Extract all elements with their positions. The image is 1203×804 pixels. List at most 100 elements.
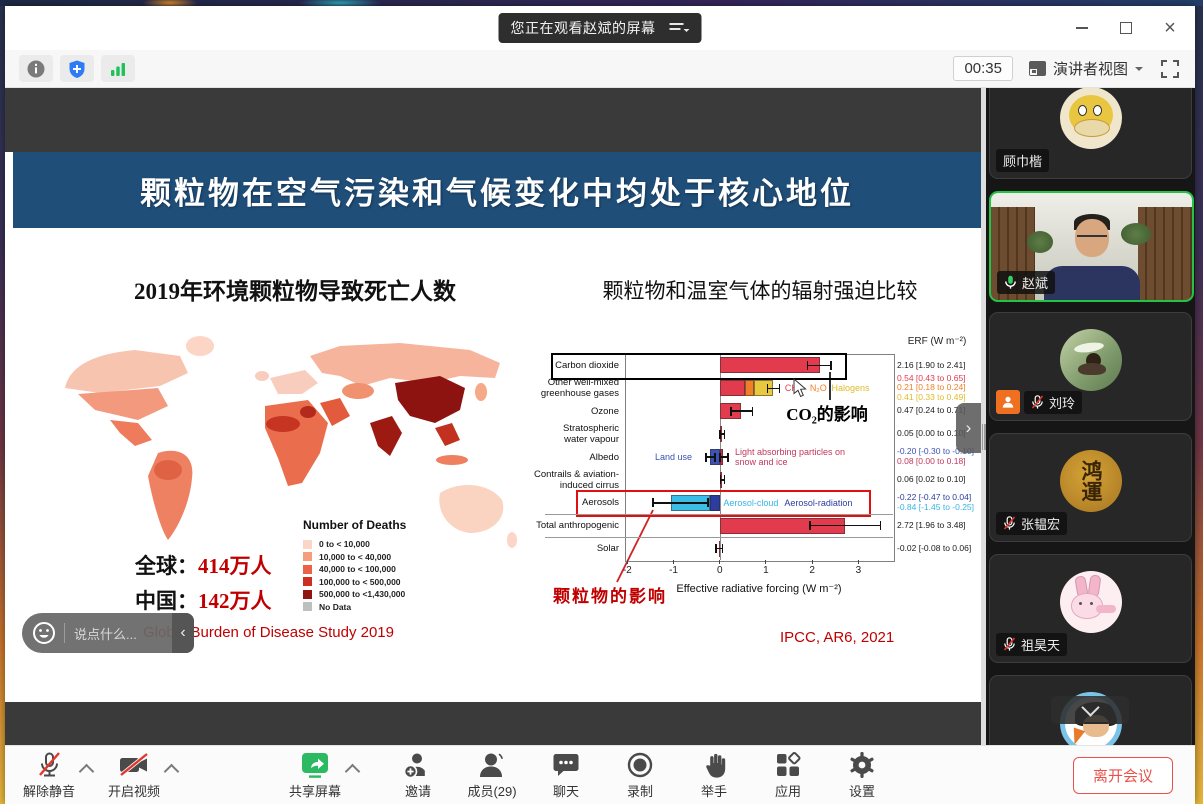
fullscreen-button[interactable] [1159,58,1181,80]
minimize-button[interactable] [1067,13,1097,43]
participant-name-badge: 赵斌 [997,271,1055,294]
legend-label: 100,000 to < 500,000 [319,577,401,587]
chat-collapse-button[interactable]: ‹ [172,613,194,653]
x-axis-tick [858,560,859,564]
share-banner-menu-icon[interactable] [670,21,690,35]
x-axis-tick-label: -1 [662,565,686,576]
apps-icon [774,751,802,779]
view-mode-selector[interactable]: 演讲者视图 [1029,58,1143,79]
chat-divider [64,623,65,643]
layout-icon [1029,61,1046,76]
chart-value-label: 2.72 [1.96 to 3.48] [897,521,981,531]
chat-button[interactable]: 聊天 [538,751,594,800]
camera-off-icon [117,751,151,779]
participant-name-badge: 祖昊天 [996,633,1067,656]
raise-hand-button[interactable]: 举手 [686,751,742,800]
calligraphy-text: 鸿運 [1080,460,1101,502]
apps-button[interactable]: 应用 [760,751,816,800]
chart-inline-label: Light absorbing particles on snow and ic… [735,447,845,467]
chart-whisker-cap [809,521,811,530]
record-button[interactable]: 录制 [612,751,668,800]
legend-swatch [303,602,312,611]
chart-whisker-cap [724,430,726,439]
participant-tile-gujinkai[interactable]: 顾巾楷 [989,88,1192,179]
chart-highlight-box [551,353,847,380]
legend-swatch [303,565,312,574]
x-axis-label: Effective radiative forcing (W m⁻²) [625,582,893,595]
chart-inline-label: N₂O [810,383,827,393]
x-axis-tick [627,560,628,564]
snail-avatar [1060,329,1122,391]
emoji-icon[interactable] [32,621,56,645]
x-axis-tick-label: 1 [754,565,778,576]
invite-button[interactable]: 邀请 [390,751,446,800]
x-axis-tick [719,560,720,564]
legend-entry: No Data [303,602,483,612]
participant-tile-liuling[interactable]: 刘玲 [989,312,1192,421]
raise-hand-icon [699,751,729,779]
share-options-chevron[interactable] [345,763,361,779]
mouse-cursor [793,378,807,398]
legend-entry: 10,000 to < 40,000 [303,552,483,562]
meeting-timer: 00:35 [953,56,1013,81]
forcing-chart-title: 颗粒物和温室气体的辐射强迫比较 [550,275,970,305]
maximize-button[interactable] [1111,13,1141,43]
chat-icon [551,751,581,779]
legend-entry: 40,000 to < 100,000 [303,564,483,574]
participant-name-badge: 顾巾楷 [996,149,1049,172]
x-axis-tick [673,560,674,564]
audio-options-chevron[interactable] [79,763,95,779]
legend-swatch [303,590,312,599]
share-banner-text: 您正在观看赵斌的屏幕 [511,18,656,38]
participant-tile-zhaobin[interactable]: 赵斌 [989,191,1194,302]
participant-tile-zhangyunhong[interactable]: 鸿運 张韫宏 [989,433,1192,542]
participants-panel: 顾巾楷 赵斌 刘玲 [986,88,1195,745]
chart-whisker [731,410,753,412]
chart-whisker-cap [730,407,732,416]
chart-whisker-cap [720,475,722,484]
calligraphy-avatar: 鸿運 [1060,450,1122,512]
chart-whisker-cap [722,544,724,553]
legend-label: 0 to < 10,000 [319,539,370,549]
chat-input[interactable]: 说点什么... [74,624,172,643]
main-content: 颗粒物在空气污染和气候变化中均处于核心地位 2019年环境颗粒物导致死亡人数 颗… [5,88,1195,745]
topbar-right: 00:35 演讲者视图 [953,56,1181,81]
x-axis-tick [812,560,813,564]
radiative-forcing-chart: CO₂的影响 颗粒物的影响 ERF (W m⁻²)-2-10123Effecti… [545,330,981,614]
chart-whisker-cap [727,453,729,462]
chart-group-separator [545,537,893,538]
x-axis-tick-label: 2 [800,565,824,576]
members-button[interactable]: 成员(29) [464,751,520,800]
network-signal-icon[interactable] [101,55,135,82]
chat-quick-bubble: 说点什么... ‹ [22,613,194,653]
bottom-toolbar: 解除静音 开启视频 共享屏幕 [5,745,1195,804]
next-slide-flap[interactable]: › [956,403,981,453]
chart-inline-label: Land use [655,452,692,462]
chart-row-label: Albedo [511,452,619,463]
chart-inline-label: Halogens [832,383,870,393]
settings-button[interactable]: 设置 [834,751,890,800]
leave-meeting-button[interactable]: 离开会议 [1073,757,1173,794]
legend-entry: 0 to < 10,000 [303,539,483,549]
share-banner: 您正在观看赵斌的屏幕 [499,13,702,43]
members-icon [476,751,508,779]
chart-whisker-cap [752,407,754,416]
shared-screen-area: 颗粒物在空气污染和气候变化中均处于核心地位 2019年环境颗粒物导致死亡人数 颗… [5,88,981,745]
top-toolbar: 00:35 演讲者视图 [5,50,1195,88]
chart-value-label: 0.08 [0.00 to 0.18] [897,457,981,467]
participant-tile-zuhaotian[interactable]: 祖昊天 [989,554,1192,663]
unmute-button[interactable]: 解除静音 [21,751,77,800]
meeting-window: 您正在观看赵斌的屏幕 × 00:35 演讲者视图 [5,6,1195,804]
chart-bar-segment [720,380,745,396]
share-screen-button[interactable]: 共享屏幕 [287,751,343,800]
chart-value-label: 2.16 [1.90 to 2.41] [897,361,981,371]
chart-whisker-cap [724,475,726,484]
scroll-down-button[interactable] [1051,696,1129,724]
video-options-chevron[interactable] [164,763,180,779]
chart-row-label: Other well-mixed greenhouse gases [511,377,619,399]
meeting-info-icon[interactable] [19,55,53,82]
start-video-button[interactable]: 开启视频 [106,751,162,800]
security-shield-icon[interactable] [60,55,94,82]
close-button[interactable]: × [1155,13,1185,43]
chart-value-label: -0.84 [-1.45 to -0.25] [897,503,981,513]
